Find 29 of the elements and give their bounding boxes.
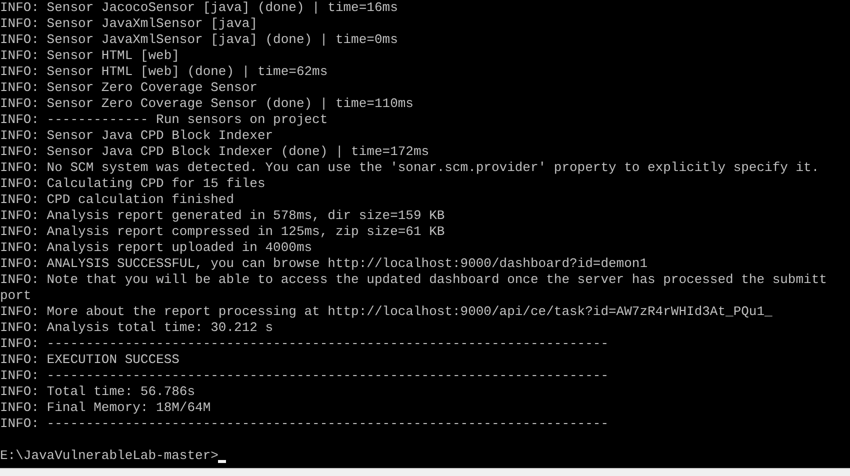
console-line: INFO: CPD calculation finished [0, 192, 236, 208]
console-line: INFO: Analysis total time: 30.212 s [0, 320, 274, 336]
console-line: INFO: Analysis report uploaded in 4000ms [0, 240, 314, 256]
console-line: INFO: Sensor JacocoSensor [java] (done) | time=16ms [0, 0, 399, 16]
command-prompt: E:\JavaVulnerableLab-master> [0, 448, 218, 464]
text-cursor [218, 460, 226, 463]
console-line: INFO: Calculating CPD for 15 files [0, 176, 266, 192]
console-line: port [0, 288, 32, 304]
console-line: INFO: Note that you will be able to access the updated dashboard once the server has processed the submitt [0, 272, 828, 288]
console-line: INFO: Analysis report generated in 578ms, dir size=159 KB [0, 208, 446, 224]
console-line: INFO: No SCM system was detected. You can use the 'sonar.scm.provider' property to explicitly specify it. [0, 160, 820, 176]
console-line: INFO: Sensor Zero Coverage Sensor (done) | time=110ms [0, 96, 414, 112]
console-line: INFO: Sensor Java CPD Block Indexer (done) | time=172ms [0, 144, 430, 160]
console-line: INFO: EXECUTION SUCCESS [0, 352, 180, 368]
console-line: INFO: Sensor Java CPD Block Indexer [0, 128, 274, 144]
console-line: INFO: Final Memory: 18M/64M [0, 400, 212, 416]
console-line: INFO: Sensor JavaXmlSensor [java] (done) | time=0ms [0, 32, 399, 48]
console-line: INFO: ------------- Run sensors on project [0, 112, 329, 128]
console-line: INFO: ------------------------------------------------------------------------ [0, 336, 610, 352]
console-line: INFO: Sensor Zero Coverage Sensor [0, 80, 258, 96]
console-line: INFO: More about the report processing at http://localhost:9000/api/ce/task?id=AW7zR4rWHId3At_PQu1_ [0, 304, 774, 320]
console-line: INFO: ------------------------------------------------------------------------ [0, 368, 610, 384]
console-line: INFO: Analysis report compressed in 125ms, zip size=61 KB [0, 224, 446, 240]
console-line: INFO: ------------------------------------------------------------------------ [0, 416, 610, 432]
console-line: INFO: Sensor JavaXmlSensor [java] [0, 16, 258, 32]
console-line: INFO: Total time: 56.786s [0, 384, 196, 400]
console-line: INFO: Sensor HTML [web] [0, 48, 180, 64]
console-line: INFO: ANALYSIS SUCCESSFUL, you can browse http://localhost:9000/dashboard?id=demon1 [0, 256, 649, 272]
console-line: INFO: Sensor HTML [web] (done) | time=62ms [0, 64, 329, 80]
